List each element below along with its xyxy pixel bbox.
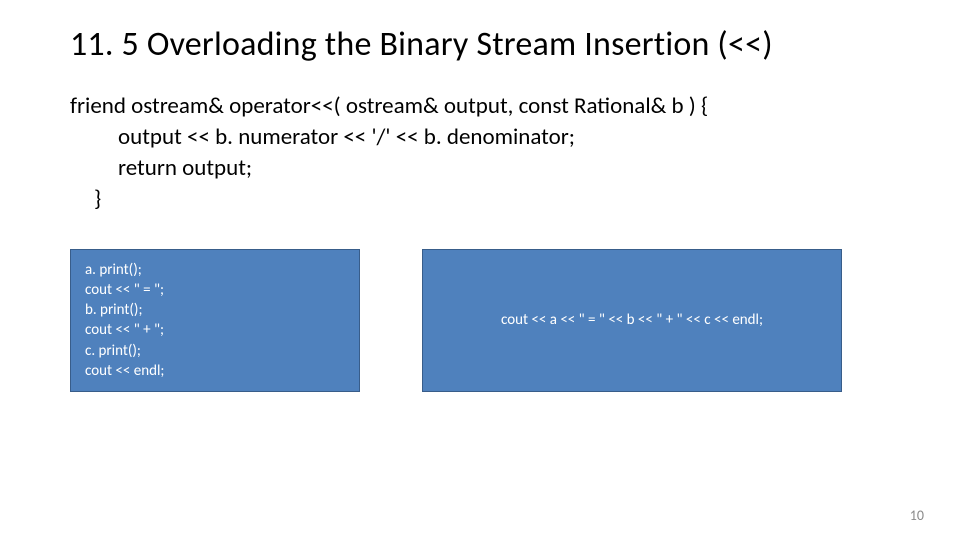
code-line: output << b. numerator << '/' << b. deno… [70,122,890,153]
code-line: cout << a << " = " << b << " + " << c <<… [501,310,763,330]
slide: 11. 5 Overloading the Binary Stream Inse… [0,0,960,540]
before-box: a. print(); cout << " = "; b. print(); c… [70,249,360,393]
code-line: a. print(); [85,260,345,280]
slide-title: 11. 5 Overloading the Binary Stream Inse… [70,24,890,67]
code-block-main: friend ostream& operator<<( ostream& out… [70,91,890,215]
code-line: b. print(); [85,300,345,320]
code-line: } [70,184,890,215]
code-line: friend ostream& operator<<( ostream& out… [70,91,890,122]
page-number: 10 [910,507,924,524]
code-line: c. print(); [85,341,345,361]
after-box: cout << a << " = " << b << " + " << c <<… [422,249,842,393]
code-line: cout << " = "; [85,280,345,300]
code-line: cout << endl; [85,361,345,381]
code-line: cout << " + "; [85,320,345,340]
comparison-row: a. print(); cout << " = "; b. print(); c… [70,249,890,393]
code-line: return output; [70,153,890,184]
